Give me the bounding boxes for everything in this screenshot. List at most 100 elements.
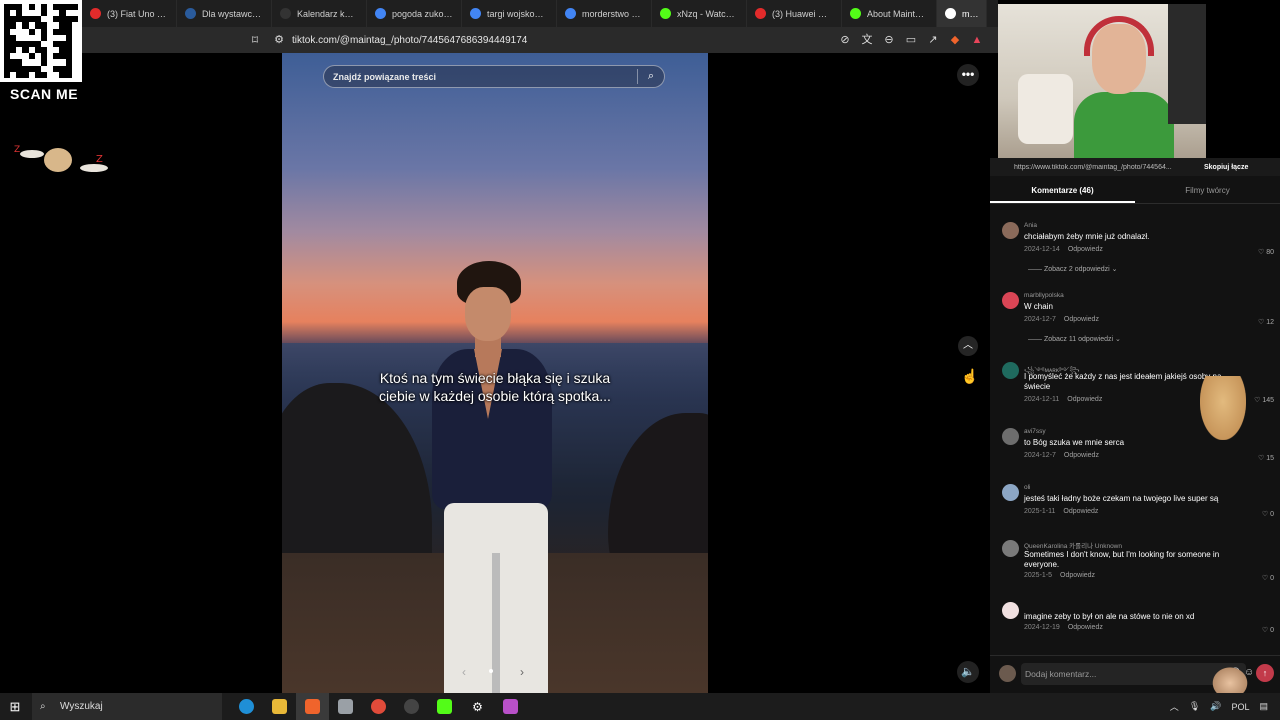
comment-item: QueenKarolina 카롤리나 Unknown Sometimes I d… (1002, 538, 1274, 600)
like-count[interactable]: ♡ 0 (1262, 510, 1274, 518)
reply-button[interactable]: Odpowiedz (1060, 572, 1095, 579)
post-photo[interactable]: Ktoś na tym świecie błąka się i szuka ci… (282, 53, 708, 693)
next-photo-icon[interactable]: › (520, 665, 524, 679)
send-icon[interactable]: ↑ (1256, 664, 1274, 682)
comment-text: imagine zeby to był on ale na stówe to n… (1024, 612, 1195, 621)
view-replies-button[interactable]: —— Zobacz 11 odpowiedzi ⌄ (1028, 335, 1121, 343)
comment-date: 2024-12-19 (1024, 624, 1060, 631)
like-count[interactable]: ♡ 0 (1262, 626, 1274, 634)
like-count[interactable]: ♡ 0 (1262, 574, 1274, 582)
avatar (999, 665, 1016, 682)
browser-tab-active[interactable]: mainta (937, 0, 987, 27)
reply-button[interactable]: Odpowiedz (1064, 452, 1099, 459)
translate-icon[interactable]: 文 (860, 33, 874, 47)
like-count[interactable]: ♡ 80 (1258, 248, 1274, 256)
comment-username[interactable]: QueenKarolina 카롤리나 Unknown (1024, 540, 1122, 550)
obs-icon[interactable] (395, 693, 428, 720)
taskbar-search[interactable]: ⌕ Wyszukaj (32, 693, 222, 720)
svg-text:Z: Z (14, 145, 20, 155)
reply-button[interactable]: Odpowiedz (1068, 246, 1103, 253)
browser-tab[interactable]: (3) Fiat Uno TURB (82, 0, 177, 27)
related-search-bar[interactable]: Znajdź powiązane treści ⌕ (323, 65, 665, 88)
reply-button[interactable]: Odpowiedz (1068, 624, 1103, 631)
language-indicator[interactable]: POL (1231, 702, 1249, 712)
tab-label: xNzq - Watch the (677, 8, 738, 19)
caption-line: Ktoś na tym świecie błąka się i szuka (379, 370, 611, 386)
reply-button[interactable]: Odpowiedz (1063, 508, 1098, 515)
like-count[interactable]: ♡ 15 (1258, 454, 1274, 462)
browser-tab[interactable]: pogoda zukowo (367, 0, 462, 27)
carousel-dot[interactable] (496, 669, 500, 673)
browser-tab[interactable]: About Maintag - (842, 0, 937, 27)
brave-shield-icon[interactable]: ◆ (948, 33, 962, 47)
streamer-app-icon[interactable] (428, 693, 461, 720)
view-replies-label: Zobacz 11 odpowiedzi (1043, 336, 1114, 343)
chevron-up-icon[interactable]: ︿ (1170, 700, 1179, 713)
avatar[interactable] (1002, 484, 1019, 501)
comment-username[interactable]: marbllypolska (1024, 292, 1064, 299)
view-replies-label: Zobacz 2 odpowiedzi (1043, 266, 1110, 273)
cast-icon[interactable]: ▭ (904, 33, 918, 47)
tracking-off-icon[interactable]: ⊘ (838, 33, 852, 47)
browser-tab[interactable]: (3) Huawei Maext (747, 0, 842, 27)
avatar[interactable] (1002, 292, 1019, 309)
comment-username[interactable]: Ania (1024, 222, 1037, 229)
url-field[interactable]: tiktok.com/@maintag_/photo/7445647686394… (292, 35, 838, 46)
hand-cursor-icon: ☝ (961, 368, 979, 384)
bookmark-icon[interactable]: ⌑ (248, 33, 262, 47)
file-explorer-icon[interactable] (263, 693, 296, 720)
zoom-icon[interactable]: ⊖ (882, 33, 896, 47)
carousel-dot[interactable] (489, 669, 493, 673)
app-icon[interactable] (329, 693, 362, 720)
brave-rewards-icon[interactable]: ▲ (970, 33, 984, 47)
tab-comments[interactable]: Komentarze (46) (990, 180, 1135, 203)
more-options-button[interactable]: ••• (957, 64, 979, 86)
browser-tab[interactable]: targi wojskowe - (462, 0, 557, 27)
browser-tab[interactable]: Kalendarz konfer (272, 0, 367, 27)
comment-text: W chain (1024, 302, 1053, 311)
avatar[interactable] (1002, 540, 1019, 557)
reply-button[interactable]: Odpowiedz (1067, 396, 1102, 403)
tab-label: mainta (962, 8, 978, 19)
comment-username[interactable]: avi7ssy (1024, 428, 1046, 435)
edge-icon[interactable] (230, 693, 263, 720)
avatar[interactable] (1002, 602, 1019, 619)
headset-icon (1084, 16, 1154, 56)
avatar[interactable] (1002, 428, 1019, 445)
related-search-input[interactable]: Znajdź powiązane treści (333, 72, 637, 82)
chrome-icon[interactable] (362, 693, 395, 720)
like-count[interactable]: ♡ 12 (1258, 318, 1274, 326)
avatar[interactable] (1002, 362, 1019, 379)
microphone-icon[interactable]: 🎙 (1189, 701, 1200, 712)
view-replies-button[interactable]: —— Zobacz 2 odpowiedzi ⌄ (1028, 265, 1118, 273)
browser-tab[interactable]: morderstwo w ka (557, 0, 652, 27)
comment-text: jesteś taki ładny boże czekam na twojego… (1024, 494, 1219, 503)
volume-icon[interactable]: 🔊 (1210, 701, 1221, 712)
brave-icon[interactable] (296, 693, 329, 720)
browser-tab[interactable]: xNzq - Watch the (652, 0, 747, 27)
browser-tab[interactable]: Dla wystawców - (177, 0, 272, 27)
previous-video-button[interactable]: ︿ (958, 336, 978, 356)
reply-button[interactable]: Odpowiedz (1064, 316, 1099, 323)
comment-item: marbllypolska W chain 2024-12-7 Odpowiedz… (1002, 290, 1274, 360)
prev-photo-icon[interactable]: ‹ (462, 665, 466, 679)
comment-date: 2025-1-11 (1024, 508, 1056, 515)
volume-button[interactable]: 🔈 (957, 661, 979, 683)
like-count[interactable]: ♡ 145 (1254, 396, 1274, 404)
avatar[interactable] (1002, 222, 1019, 239)
tab-creator-videos[interactable]: Filmy twórcy (1135, 180, 1280, 203)
notifications-icon[interactable]: ▤ (1259, 701, 1268, 712)
site-info-icon[interactable]: ⚙ (272, 33, 286, 47)
share-link-url[interactable]: https://www.tiktok.com/@maintag_/photo/7… (1014, 164, 1184, 171)
search-icon[interactable]: ⌕ (638, 66, 664, 87)
copy-link-button[interactable]: Skopiuj łącze (1204, 164, 1248, 171)
settings-icon[interactable]: ⚙ (461, 693, 494, 720)
comment-date: 2024-12-11 (1024, 396, 1060, 403)
windows-start-icon[interactable]: ⊞ (0, 693, 30, 720)
app-icon[interactable] (494, 693, 527, 720)
qr-code-pattern (4, 4, 78, 78)
share-icon[interactable]: ↗ (926, 33, 940, 47)
comment-username[interactable]: oli (1024, 484, 1031, 491)
photo-person (412, 253, 592, 693)
system-tray: ︿ 🎙 🔊 POL ▤ (1170, 700, 1268, 713)
